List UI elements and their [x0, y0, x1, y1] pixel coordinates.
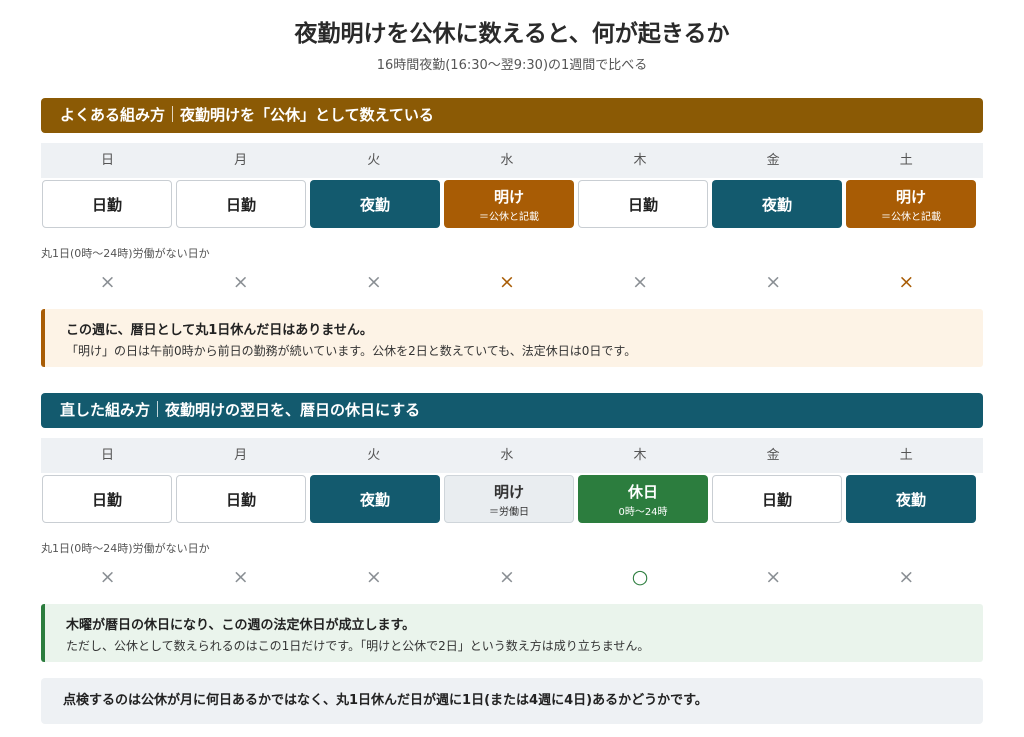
shift-cell-wed: 明け ＝労働日	[444, 475, 574, 523]
weekday-sat: 土	[899, 448, 913, 463]
shift-label: 日勤	[225, 195, 256, 214]
shift-label: 日勤	[91, 490, 122, 509]
weekday-wed: 水	[500, 448, 514, 463]
shift-cell-thu: 日勤	[578, 180, 708, 228]
weekday-sat: 土	[899, 153, 913, 168]
section-header-label: 直した組み方	[60, 401, 151, 419]
section-header: 直した組み方 夜勤明けの翌日を、暦日の休日にする	[41, 393, 983, 428]
shift-cell-sat: 明け ＝公休と記載	[846, 180, 976, 228]
shift-cell-sun: 日勤	[42, 180, 172, 228]
shift-cell-mon: 日勤	[176, 475, 306, 523]
shift-note: 0時〜24時	[618, 506, 668, 518]
shift-note: ＝労働日	[489, 506, 529, 518]
shift-label: 休日	[627, 482, 658, 501]
note-body: 「明け」の日は午前0時から前日の勤務が続いています。公休を2日と数えていても、法…	[66, 344, 637, 358]
shift-cell-wed: 明け ＝公休と記載	[444, 180, 574, 228]
check-caption: 丸1日(0時〜24時)労働がない日か	[41, 542, 210, 555]
weekday-mon: 月	[234, 153, 248, 168]
shift-label: 明け	[895, 187, 926, 206]
cross-icon: ×	[232, 271, 249, 293]
shift-note: ＝公休と記載	[881, 211, 941, 223]
shift-cell-tue: 夜勤	[310, 180, 440, 228]
header-divider	[157, 401, 159, 417]
circle-icon: ○	[631, 566, 649, 588]
note-title: この週に、暦日として丸1日休んだ日はありません。	[66, 323, 373, 338]
cross-icon: ×	[898, 566, 915, 588]
weekday-thu: 木	[633, 448, 647, 463]
cross-icon: ×	[498, 271, 515, 293]
cross-icon: ×	[232, 566, 249, 588]
section-common: よくある組み方 夜勤明けを「公休」として数えている 日 月 火 水 木 金 土 日…	[41, 98, 983, 367]
shift-label: 夜勤	[359, 195, 390, 214]
shift-cell-tue: 夜勤	[310, 475, 440, 523]
cross-icon: ×	[632, 271, 649, 293]
weekday-row: 日 月 火 水 木 金 土	[41, 438, 983, 473]
weekday-fri: 金	[766, 448, 780, 463]
section-header-label: よくある組み方	[60, 106, 166, 124]
header-divider	[172, 106, 174, 122]
cross-icon: ×	[99, 566, 116, 588]
weekday-mon: 月	[234, 448, 248, 463]
shift-label: 日勤	[761, 490, 792, 509]
check-row: × × × × × × ×	[41, 270, 983, 294]
cross-icon: ×	[765, 271, 782, 293]
cross-icon: ×	[99, 271, 116, 293]
shift-label: 夜勤	[761, 195, 792, 214]
shift-cell-fri: 夜勤	[712, 180, 842, 228]
section-fixed: 直した組み方 夜勤明けの翌日を、暦日の休日にする 日 月 火 水 木 金 土 日勤…	[41, 393, 983, 662]
check-row: × × × × ○ × ×	[41, 565, 983, 589]
weekday-sun: 日	[101, 153, 115, 168]
shift-label: 日勤	[225, 490, 256, 509]
shift-cell-fri: 日勤	[712, 475, 842, 523]
shift-cell-thu: 休日 0時〜24時	[578, 475, 708, 523]
section-header: よくある組み方 夜勤明けを「公休」として数えている	[41, 98, 983, 133]
success-note: 木曜が暦日の休日になり、この週の法定休日が成立します。 ただし、公休として数えら…	[41, 604, 983, 662]
weekday-thu: 木	[633, 153, 647, 168]
shift-row: 日勤 日勤 夜勤 明け ＝労働日 休日 0時〜24時 日勤 夜勤	[41, 475, 983, 523]
weekday-row: 日 月 火 水 木 金 土	[41, 143, 983, 178]
summary-box: 点検するのは公休が月に何日あるかではなく、丸1日休んだ日が週に1日(または4週に…	[41, 678, 983, 724]
cross-icon: ×	[365, 566, 382, 588]
shift-cell-sun: 日勤	[42, 475, 172, 523]
cross-icon: ×	[765, 566, 782, 588]
note-body: ただし、公休として数えられるのはこの1日だけです。「明けと公休で2日」という数え…	[66, 639, 650, 653]
shift-label: 日勤	[627, 195, 658, 214]
shift-label: 明け	[493, 187, 524, 206]
cross-icon: ×	[365, 271, 382, 293]
check-caption: 丸1日(0時〜24時)労働がない日か	[41, 247, 210, 260]
page-title: 夜勤明けを公休に数えると、何が起きるか	[294, 21, 730, 47]
weekday-tue: 火	[367, 448, 381, 463]
weekday-tue: 火	[367, 153, 381, 168]
warning-note: この週に、暦日として丸1日休んだ日はありません。 「明け」の日は午前0時から前日…	[41, 309, 983, 367]
shift-cell-mon: 日勤	[176, 180, 306, 228]
cross-icon: ×	[898, 271, 915, 293]
section-header-description: 夜勤明けの翌日を、暦日の休日にする	[165, 401, 421, 419]
shift-label: 明け	[493, 482, 524, 501]
note-title: 木曜が暦日の休日になり、この週の法定休日が成立します。	[66, 618, 416, 633]
shift-row: 日勤 日勤 夜勤 明け ＝公休と記載 日勤 夜勤 明け ＝公休と記載	[41, 180, 983, 228]
shift-label: 夜勤	[359, 490, 390, 509]
cross-icon: ×	[498, 566, 515, 588]
weekday-sun: 日	[101, 448, 115, 463]
shift-note: ＝公休と記載	[479, 211, 539, 223]
weekday-fri: 金	[766, 153, 780, 168]
shift-label: 日勤	[91, 195, 122, 214]
page-subtitle: 16時間夜勤(16:30〜翌9:30)の1週間で比べる	[376, 58, 648, 73]
section-header-description: 夜勤明けを「公休」として数えている	[180, 106, 434, 124]
shift-cell-sat: 夜勤	[846, 475, 976, 523]
weekday-wed: 水	[500, 153, 514, 168]
shift-label: 夜勤	[895, 490, 926, 509]
